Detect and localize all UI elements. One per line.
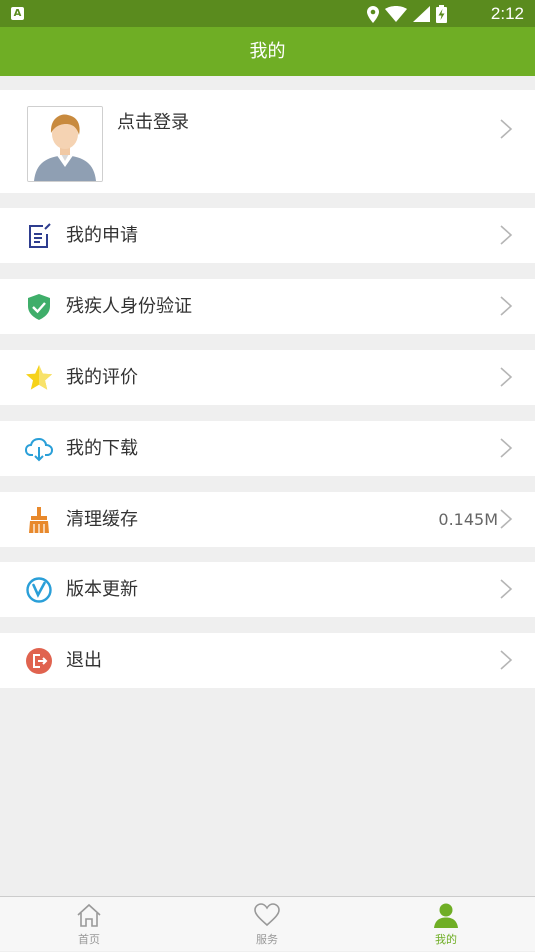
chevron-right-icon (500, 509, 513, 529)
menu-item-my-reviews[interactable]: 我的评价 (0, 350, 535, 405)
menu-item-label: 我的下载 (66, 438, 138, 459)
tab-label: 首页 (78, 933, 100, 946)
tab-home[interactable]: 首页 (0, 897, 178, 952)
menu-item-logout[interactable]: 退出 (0, 633, 535, 688)
avatar (27, 106, 103, 182)
person-icon (434, 903, 458, 928)
chevron-right-icon (500, 650, 513, 670)
bottom-tab-bar: 首页 服务 我的 (0, 896, 535, 951)
menu-item-label: 我的申请 (66, 225, 138, 246)
chevron-right-icon (500, 367, 513, 387)
battery-charging-icon (436, 5, 447, 23)
star-icon (26, 365, 52, 390)
menu-item-label: 版本更新 (66, 579, 138, 600)
menu-item-version-update[interactable]: 版本更新 (0, 562, 535, 617)
menu-item-label: 残疾人身份验证 (66, 296, 192, 317)
tab-label: 服务 (256, 933, 278, 946)
cache-size-value: 0.145M (438, 510, 498, 529)
menu-item-label: 我的评价 (66, 367, 138, 388)
home-icon (77, 903, 101, 927)
login-label: 点击登录 (117, 112, 189, 133)
shield-check-icon (28, 294, 50, 320)
document-edit-icon (29, 223, 51, 248)
page-title: 我的 (0, 27, 535, 76)
app-notification-icon: A (11, 7, 24, 20)
chevron-right-icon (500, 225, 513, 245)
broom-icon (29, 507, 49, 533)
version-v-icon (26, 577, 52, 603)
menu-item-identity-verification[interactable]: 残疾人身份验证 (0, 279, 535, 334)
profile-login-row[interactable]: 点击登录 (0, 90, 535, 193)
chevron-right-icon (500, 579, 513, 599)
location-icon (367, 5, 379, 23)
default-avatar-icon (28, 107, 102, 181)
chevron-right-icon (500, 296, 513, 316)
chevron-right-icon (500, 438, 513, 458)
menu-item-label: 清理缓存 (66, 509, 138, 530)
menu-item-clear-cache[interactable]: 清理缓存 0.145M (0, 492, 535, 547)
system-icons (367, 4, 447, 24)
menu-item-my-downloads[interactable]: 我的下载 (0, 421, 535, 476)
status-time: 2:12 (490, 4, 524, 23)
heart-icon (254, 903, 280, 927)
tab-services[interactable]: 服务 (178, 897, 356, 952)
cloud-download-icon (25, 437, 53, 462)
menu-item-label: 退出 (66, 650, 102, 671)
logout-icon (26, 648, 52, 674)
wifi-icon (385, 6, 407, 22)
signal-icon (413, 6, 430, 22)
menu-item-my-applications[interactable]: 我的申请 (0, 208, 535, 263)
tab-mine[interactable]: 我的 (357, 897, 535, 952)
tab-label: 我的 (435, 933, 457, 946)
chevron-right-icon (500, 119, 513, 139)
status-bar: A 2:12 (0, 0, 535, 27)
